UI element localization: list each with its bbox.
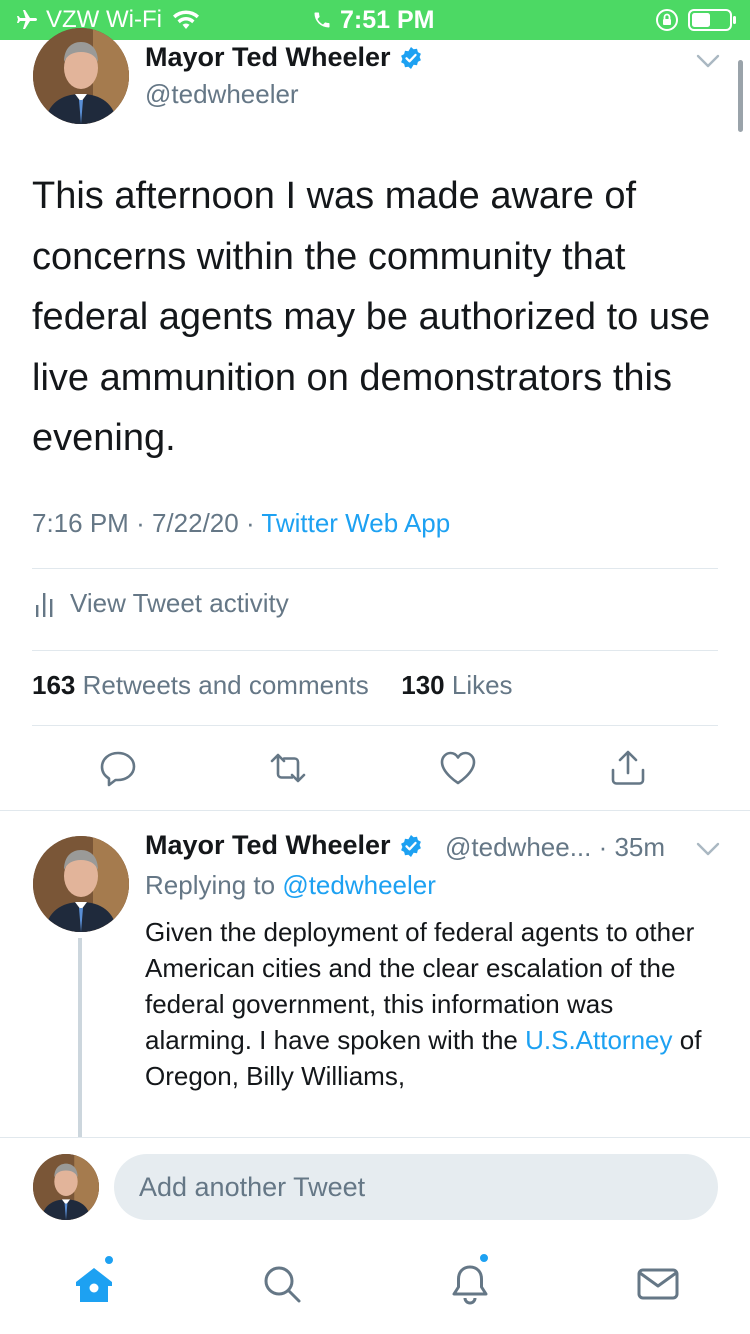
author-name-text: Mayor Ted Wheeler — [145, 42, 391, 72]
analytics-icon — [36, 592, 53, 617]
chevron-down-icon[interactable] — [695, 48, 721, 74]
reply-author-name-text: Mayor Ted Wheeler — [145, 830, 391, 860]
likes-label[interactable]: Likes — [452, 670, 513, 700]
orientation-lock-icon — [656, 9, 678, 31]
us-attorney-link[interactable]: U.S.Attorney — [525, 1025, 672, 1055]
wifi-icon — [172, 10, 199, 29]
retweets-count[interactable]: 163 — [32, 670, 75, 700]
home-icon[interactable] — [72, 1262, 116, 1306]
divider — [32, 725, 718, 726]
carrier-label: VZW Wi-Fi — [46, 6, 162, 33]
my-avatar[interactable] — [33, 1154, 99, 1220]
share-icon[interactable] — [608, 748, 648, 788]
verified-badge-icon — [400, 46, 421, 69]
tweet-source-link[interactable]: Twitter Web App — [261, 508, 450, 538]
tweet-timestamp: 7:16 PM · 7/22/20 · Twitter Web App — [32, 508, 450, 539]
tweet-time: 7:16 PM — [32, 508, 129, 538]
airplane-icon — [17, 10, 37, 29]
add-another-tweet-input[interactable]: Add another Tweet — [114, 1154, 718, 1220]
reply-author-avatar[interactable] — [33, 836, 129, 932]
reply-icon[interactable] — [98, 748, 138, 788]
view-tweet-activity-button[interactable]: View Tweet activity — [34, 588, 289, 619]
avatar-photo — [33, 28, 129, 124]
scrollbar[interactable] — [738, 60, 743, 132]
tweet-date: 7/22/20 — [151, 508, 239, 538]
divider — [32, 568, 718, 569]
notifications-dot — [478, 1252, 490, 1264]
likes-count[interactable]: 130 — [401, 670, 444, 700]
phone-icon — [314, 12, 330, 28]
search-icon[interactable] — [260, 1262, 304, 1306]
reply-tweet-text: Given the deployment of federal agents t… — [145, 914, 705, 1094]
separator: · — [245, 508, 255, 538]
reply-author-name[interactable]: Mayor Ted Wheeler — [145, 830, 423, 861]
battery-icon — [688, 9, 736, 31]
status-bar: VZW Wi-Fi 7:51 PM — [0, 0, 750, 40]
chevron-down-icon[interactable] — [695, 836, 721, 862]
engagement-counts: 163 Retweets and comments 130 Likes — [32, 670, 513, 701]
home-notification-dot — [103, 1254, 115, 1266]
retweet-icon[interactable] — [268, 748, 308, 788]
author-name[interactable]: Mayor Ted Wheeler — [145, 42, 423, 73]
replying-to-handle-link[interactable]: @tedwheeler — [282, 870, 436, 900]
verified-badge-icon — [400, 834, 421, 857]
replying-to-prefix: Replying to — [145, 870, 276, 900]
notifications-icon[interactable] — [448, 1262, 492, 1306]
replying-to: Replying to @tedwheeler — [145, 870, 436, 901]
author-avatar[interactable] — [33, 28, 129, 124]
view-tweet-activity-label: View Tweet activity — [70, 588, 289, 618]
tweet-text: This afternoon I was made aware of conce… — [32, 175, 711, 459]
separator: · — [136, 508, 145, 538]
divider — [0, 810, 750, 811]
clock: 7:51 PM — [340, 5, 435, 34]
divider — [32, 650, 718, 651]
avatar-photo — [33, 1154, 99, 1220]
author-handle[interactable]: @tedwheeler — [145, 79, 299, 110]
retweets-label[interactable]: Retweets and comments — [83, 670, 369, 700]
messages-icon[interactable] — [636, 1262, 680, 1306]
thread-line — [78, 938, 82, 1138]
avatar-photo — [33, 836, 129, 932]
reply-handle-time: @tedwhee... · 35m — [445, 832, 666, 862]
like-icon[interactable] — [438, 748, 478, 788]
